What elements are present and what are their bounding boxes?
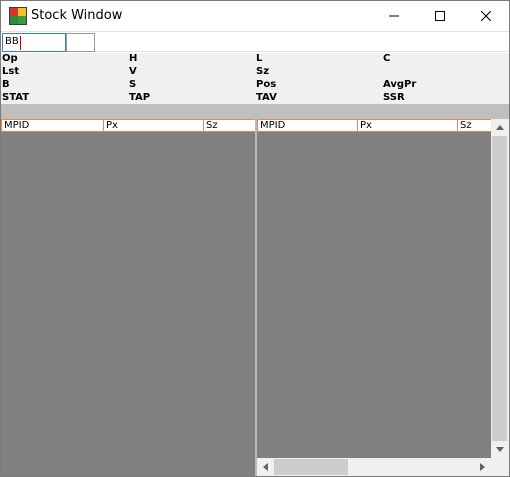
minimize-button[interactable] xyxy=(371,1,417,31)
horizontal-scroll-thumb[interactable] xyxy=(274,459,348,475)
sell-label: S xyxy=(129,79,137,90)
scrollbar-corner xyxy=(491,458,508,476)
avg-price-label: AvgPr xyxy=(383,79,417,90)
ask-book-header: MPID Px Sz xyxy=(257,119,491,132)
tav-label: TAV xyxy=(256,92,277,103)
scroll-up-button[interactable] xyxy=(491,119,508,136)
bid-book[interactable]: MPID Px Sz xyxy=(1,119,255,476)
buy-label: B xyxy=(2,79,10,90)
bid-price-header[interactable]: Px xyxy=(103,119,204,132)
symbol-value: BB xyxy=(5,36,19,47)
symbol-bar: BB xyxy=(1,31,509,54)
ask-price-header[interactable]: Px xyxy=(357,119,458,132)
low-label: L xyxy=(256,53,263,64)
ask-book[interactable]: MPID Px Sz xyxy=(257,119,491,458)
symbol-input[interactable]: BB xyxy=(2,33,66,52)
scroll-down-button[interactable] xyxy=(491,441,508,458)
close-button[interactable] xyxy=(463,1,509,31)
horizontal-scrollbar[interactable] xyxy=(257,458,491,476)
app-icon xyxy=(9,7,27,25)
scroll-left-button[interactable] xyxy=(257,458,274,476)
chevron-down-icon xyxy=(495,447,504,452)
volume-label: V xyxy=(129,66,137,77)
bid-size-header[interactable]: Sz xyxy=(203,119,255,132)
secondary-input[interactable] xyxy=(66,33,95,52)
stock-window: Stock Window BB Op H L C Lst V Sz B S Po… xyxy=(0,0,510,477)
ssr-label: SSR xyxy=(383,92,405,103)
close-icon xyxy=(481,11,491,21)
minimize-icon xyxy=(389,11,399,21)
position-label: Pos xyxy=(256,79,277,90)
stat-label: STAT xyxy=(2,92,30,103)
chevron-left-icon xyxy=(263,463,268,471)
tap-label: TAP xyxy=(129,92,151,103)
scroll-right-button[interactable] xyxy=(474,458,491,476)
status-strip xyxy=(1,104,509,119)
last-label: Lst xyxy=(2,66,20,77)
bid-mpid-header[interactable]: MPID xyxy=(1,119,104,132)
ask-size-header[interactable]: Sz xyxy=(457,119,491,132)
ask-mpid-header[interactable]: MPID xyxy=(257,119,358,132)
size-label: Sz xyxy=(256,66,270,77)
window-title: Stock Window xyxy=(31,8,123,23)
maximize-button[interactable] xyxy=(417,1,463,31)
open-label: Op xyxy=(2,53,18,64)
bid-book-header: MPID Px Sz xyxy=(1,119,255,132)
title-bar[interactable]: Stock Window xyxy=(1,1,509,31)
vertical-scroll-thumb[interactable] xyxy=(492,136,507,441)
text-cursor xyxy=(20,36,21,50)
chevron-up-icon xyxy=(495,125,504,130)
chevron-right-icon xyxy=(480,463,485,471)
high-label: H xyxy=(129,53,138,64)
quote-panel: Op H L C Lst V Sz B S Pos AvgPr STAT TAP… xyxy=(1,53,509,103)
maximize-icon xyxy=(435,11,445,21)
close-label: C xyxy=(383,53,391,64)
symbol-bar-filler xyxy=(95,33,508,52)
vertical-scrollbar[interactable] xyxy=(491,119,508,458)
